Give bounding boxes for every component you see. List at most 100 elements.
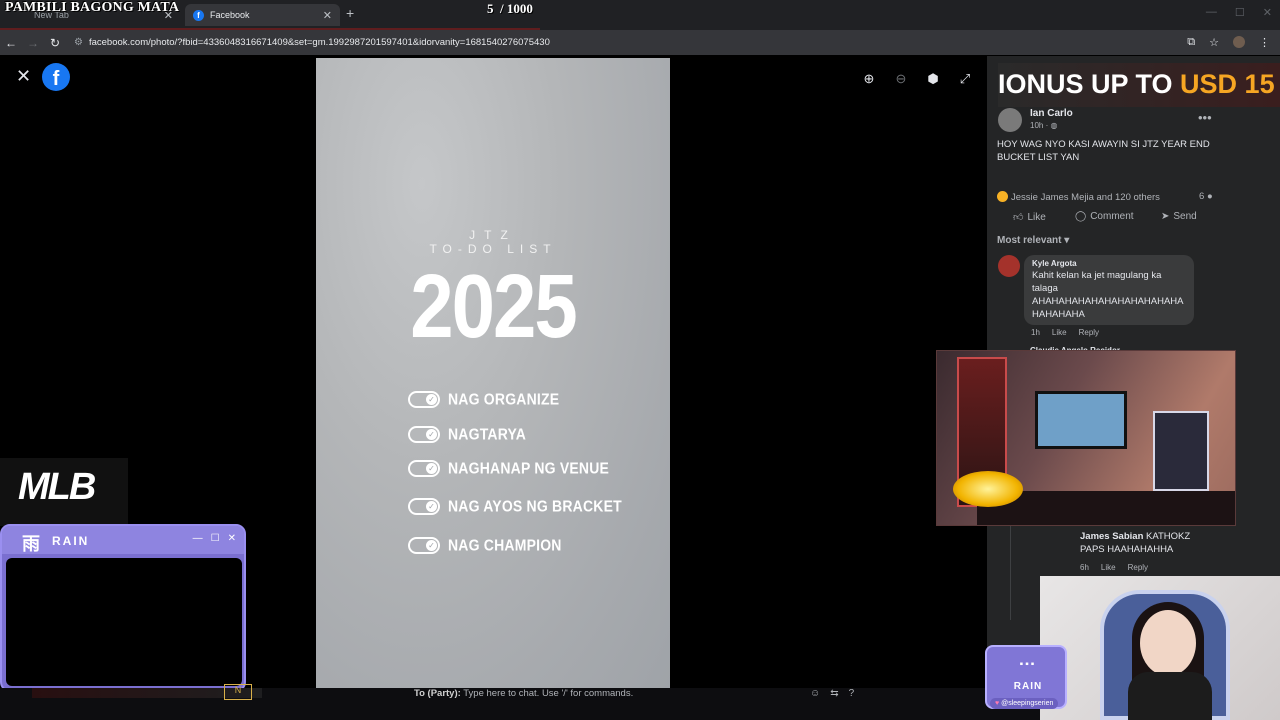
todo-item: ✓ NAG CHAMPION: [408, 534, 562, 556]
comment-text: James Sabian KATHOKZ PAPS HAAHAHAHHA: [1080, 530, 1194, 556]
tab-facebook[interactable]: f Facebook ✕: [185, 4, 340, 26]
send-icon: ➤: [1161, 211, 1170, 222]
menu-kebab-icon[interactable]: ⋮: [1259, 36, 1270, 49]
streamer-face: [1140, 610, 1196, 676]
facebook-logo-icon[interactable]: f: [42, 63, 70, 91]
haha-reaction-icon: [997, 191, 1008, 202]
comment-text: Kahit kelan ka jet magulang ka talaga AH…: [1032, 270, 1183, 320]
chat-tools: ☺ ⇆ ?: [810, 688, 854, 699]
send-label: Send: [1173, 211, 1197, 222]
todo-label: NAG AYOS NG BRACKET: [448, 497, 622, 515]
todo-poster-image: JTZ TO-DO LIST 2025 ✓ NAG ORGANIZE ✓ NAG…: [316, 58, 670, 688]
comment-reply-link[interactable]: Reply: [1128, 563, 1148, 572]
check-icon: ✓: [426, 462, 437, 474]
translate-icon[interactable]: ⇆: [830, 688, 838, 699]
check-icon: ✓: [426, 500, 437, 512]
rain-widget-body: [6, 558, 242, 686]
reaction-summary[interactable]: Jessie James Mejia and 120 others: [997, 191, 1160, 203]
toggle-icon: ✓: [408, 459, 440, 477]
tag-icon[interactable]: ⬢: [924, 70, 942, 88]
comment-like-link[interactable]: Like: [1101, 563, 1116, 572]
browser-tab-bar: New Tab ✕ f Facebook ✕ + — ☐ ✕: [0, 0, 1280, 30]
toggle-icon: ✓: [408, 536, 440, 554]
hud-badge: N: [224, 684, 252, 700]
post-time: 10h ·: [1030, 121, 1049, 130]
avatar[interactable]: [998, 255, 1020, 277]
commenter-name[interactable]: James Sabian: [1080, 531, 1143, 542]
comment-count[interactable]: 6 ●: [1199, 191, 1213, 202]
close-viewer-icon[interactable]: ✕: [16, 66, 31, 87]
more-options-icon[interactable]: •••: [1198, 110, 1212, 125]
heart-icon: ♥: [995, 700, 1000, 707]
comment-bubble: James Sabian KATHOKZ PAPS HAAHAHAHHA: [1072, 525, 1202, 560]
check-icon: ✓: [426, 393, 437, 405]
rain-logo: RAIN: [52, 534, 90, 548]
rain-badge-logo-top: ▪▪▪: [1019, 659, 1037, 670]
globe-icon: ◍: [1050, 121, 1058, 130]
comment-time: 6h: [1080, 563, 1089, 572]
social-handle: ♥ @sleepingserien: [990, 698, 1059, 709]
fullscreen-icon[interactable]: ⤢: [956, 70, 974, 88]
counter-value: 5: [487, 1, 494, 16]
comment-bubble-icon: ●: [1206, 191, 1213, 202]
check-icon: ✓: [426, 539, 437, 551]
new-tab-button[interactable]: +: [346, 5, 354, 21]
zoom-out-icon[interactable]: ⊖: [892, 70, 910, 88]
comment-like-link[interactable]: Like: [1052, 328, 1067, 337]
poster-name[interactable]: Ian Carlo: [1030, 108, 1073, 119]
post-timestamp: 10h · ◍: [1030, 121, 1057, 130]
close-window-icon[interactable]: ✕: [1263, 6, 1272, 19]
promo-text: IONUS UP TO USD 15: [998, 69, 1275, 100]
viewer-toolbar: ⊕ ⊖ ⬢ ⤢: [860, 70, 974, 88]
chat-placeholder: Type here to chat. Use '/' for commands.: [463, 688, 634, 699]
reload-icon[interactable]: ↻: [44, 36, 66, 50]
sort-dropdown[interactable]: Most relevant ▾: [997, 235, 1069, 246]
install-app-icon[interactable]: ⧉: [1187, 36, 1195, 49]
todo-label: NAG ORGANIZE: [448, 390, 560, 408]
promo-banner: IONUS UP TO USD 15: [998, 63, 1280, 107]
close-tab-icon[interactable]: ✕: [323, 9, 332, 22]
site-info-icon[interactable]: ⚙: [74, 37, 83, 48]
emoji-icon[interactable]: ☺: [810, 688, 820, 699]
send-button[interactable]: ➤ Send: [1161, 211, 1197, 222]
url-field[interactable]: facebook.com/photo/?fbid=433604831667140…: [89, 37, 550, 48]
back-icon[interactable]: ←: [0, 36, 22, 50]
facebook-favicon-icon: f: [193, 9, 204, 21]
close-icon[interactable]: ✕: [228, 533, 236, 544]
rain-window-controls: — ☐ ✕: [193, 533, 236, 544]
zoom-in-icon[interactable]: ⊕: [860, 70, 878, 88]
profile-avatar[interactable]: [1233, 36, 1245, 48]
promo-highlight: USD 15: [1180, 69, 1275, 99]
minimize-icon[interactable]: —: [1206, 6, 1217, 19]
todo-item: ✓ NAG AYOS NG BRACKET: [408, 495, 622, 517]
pc-case: [1153, 411, 1209, 491]
comment-time: 1h: [1031, 328, 1040, 337]
post-text: HOY WAG NYO KASI AWAYIN SI JTZ YEAR END …: [997, 139, 1210, 163]
toggle-icon: ✓: [408, 425, 440, 443]
comment-count-value: 6: [1199, 191, 1205, 202]
comment-button[interactable]: ◯ Comment: [1075, 211, 1134, 222]
lamp: [953, 471, 1023, 507]
bookmark-star-icon[interactable]: ☆: [1209, 36, 1219, 49]
avatar[interactable]: [998, 108, 1022, 132]
reaction-text: Jessie James Mejia and 120 others: [1011, 192, 1160, 203]
address-bar-actions: ⧉ ☆ ⋮: [1187, 36, 1270, 49]
comment-reply-link[interactable]: Reply: [1079, 328, 1099, 337]
handle-text: @sleepingserien: [1001, 700, 1054, 707]
like-button[interactable]: 👍︎ Like: [1013, 211, 1046, 224]
chat-input[interactable]: To (Party): Type here to chat. Use '/' f…: [414, 688, 633, 699]
maximize-icon[interactable]: ☐: [1235, 6, 1245, 19]
todo-label: NAG CHAMPION: [448, 536, 562, 554]
help-icon[interactable]: ?: [849, 688, 855, 699]
commenter-name[interactable]: Kyle Argota: [1032, 259, 1186, 268]
maximize-icon[interactable]: ☐: [211, 533, 220, 544]
room-camera-feed: [936, 350, 1236, 526]
check-icon: ✓: [426, 428, 437, 440]
minimize-icon[interactable]: —: [193, 533, 203, 544]
chat-prefix: To (Party):: [414, 688, 461, 699]
sort-label: Most relevant: [997, 235, 1062, 246]
streamer-shirt: [1128, 672, 1212, 720]
stream-overlay-counter: 5 / 1000: [487, 1, 533, 17]
todo-label: NAGHANAP NG VENUE: [448, 459, 610, 477]
forward-icon[interactable]: →: [22, 36, 44, 50]
